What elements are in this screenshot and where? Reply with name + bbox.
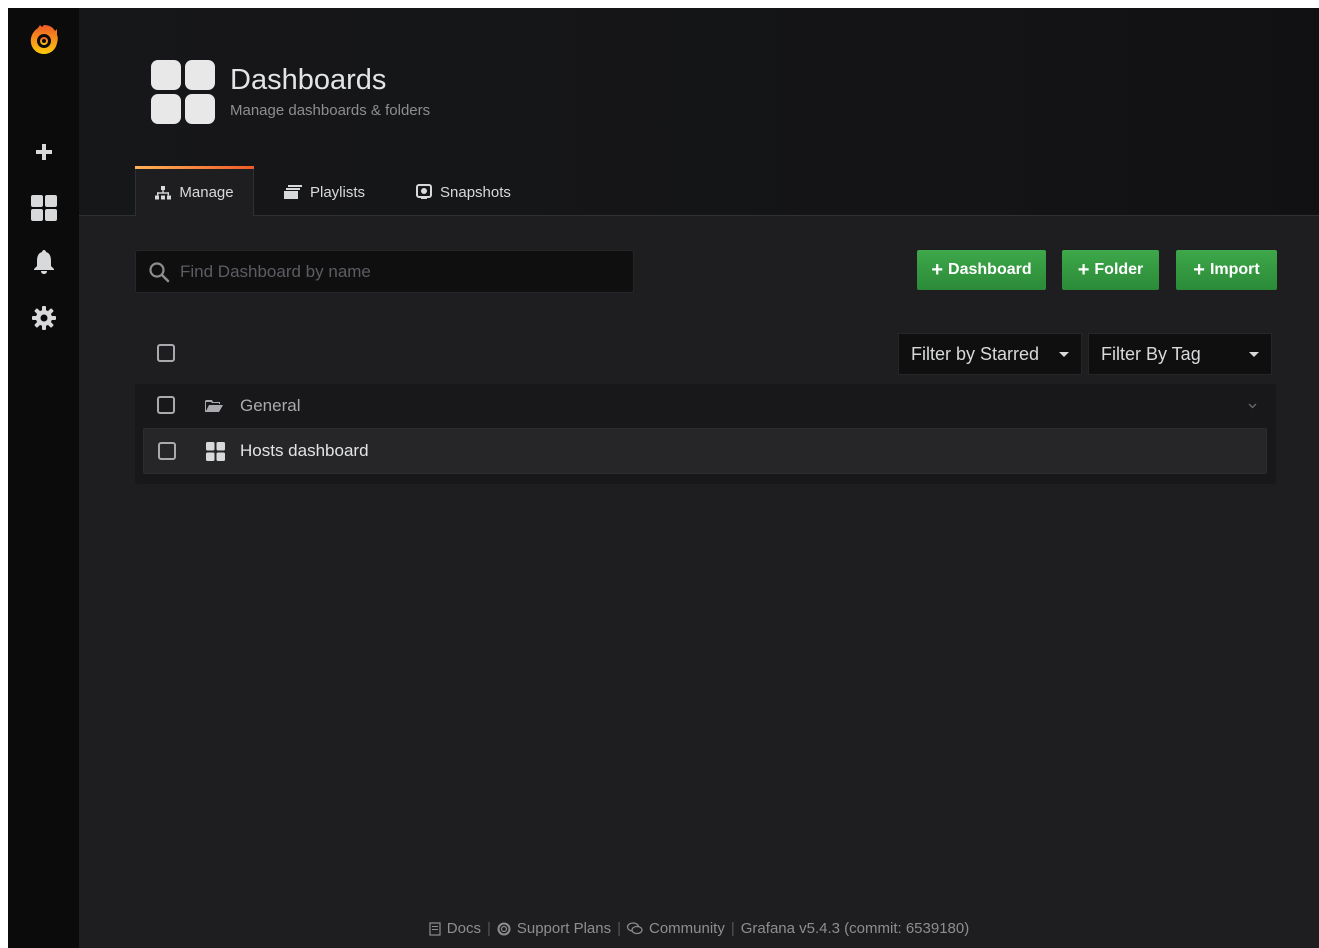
dashboard-list: General Hosts dashboard (135, 384, 1276, 484)
filter-tag-label: Filter By Tag (1101, 343, 1201, 364)
plus-icon: + (1193, 259, 1205, 281)
chevron-down-icon[interactable] (1248, 403, 1257, 409)
community-comments-icon (627, 922, 643, 935)
folder-open-icon (205, 400, 223, 412)
dashboard-name: Hosts dashboard (240, 441, 369, 460)
footer: Docs | Support Plans | Community | Grafa… (79, 920, 1319, 937)
filter-tag-select[interactable]: Filter By Tag (1088, 333, 1272, 375)
dashboards-icon[interactable] (8, 188, 79, 228)
new-dashboard-button[interactable]: + Dashboard (917, 250, 1046, 290)
tab-snapshots-label: Snapshots (440, 183, 511, 201)
dashboards-header-icon (151, 60, 215, 124)
create-plus-icon[interactable] (8, 132, 79, 172)
folder-name: General (240, 396, 301, 415)
docs-icon (429, 921, 441, 936)
playlist-icon (284, 185, 302, 199)
new-folder-button[interactable]: + Folder (1062, 250, 1159, 290)
support-lifebuoy-icon (497, 922, 511, 935)
settings-gear-icon[interactable] (8, 298, 79, 338)
sitemap-icon (155, 185, 172, 199)
import-button[interactable]: + Import (1176, 250, 1277, 290)
footer-docs-link[interactable]: Docs (447, 920, 481, 937)
footer-support-link[interactable]: Support Plans (517, 920, 611, 937)
filter-starred-select[interactable]: Filter by Starred (898, 333, 1082, 375)
snapshot-icon (416, 184, 432, 199)
alerting-bell-icon[interactable] (8, 242, 79, 282)
filter-starred-label: Filter by Starred (911, 343, 1040, 364)
tab-manage-label: Manage (179, 184, 234, 201)
footer-separator: | (486, 920, 491, 937)
search-icon (149, 261, 170, 282)
footer-version: Grafana v5.4.3 (commit: 6539180) (740, 920, 970, 937)
page-title: Dashboards (230, 64, 387, 96)
page-header: Dashboards Manage dashboards & folders (79, 8, 1319, 216)
search-input[interactable] (180, 261, 620, 282)
dashboard-grid-icon (206, 442, 225, 461)
app-frame: Dashboards Manage dashboards & folders M… (8, 8, 1319, 948)
plus-icon: + (1077, 259, 1090, 281)
footer-separator: | (617, 920, 621, 937)
footer-separator: | (730, 920, 735, 937)
tab-playlists-label: Playlists (310, 183, 366, 201)
caret-down-icon (1059, 351, 1069, 357)
page-subtitle: Manage dashboards & folders (230, 102, 431, 119)
select-all-checkbox[interactable] (157, 344, 175, 362)
caret-down-icon (1249, 351, 1259, 357)
folder-checkbox[interactable] (157, 396, 175, 414)
dashboard-row[interactable]: Hosts dashboard (143, 428, 1267, 474)
import-label: Import (1209, 261, 1260, 278)
folder-row-general[interactable]: General (135, 384, 1276, 428)
tab-snapshots[interactable]: Snapshots (398, 168, 529, 216)
plus-icon: + (931, 259, 944, 281)
grafana-logo-icon[interactable] (8, 20, 79, 60)
dashboard-checkbox[interactable] (158, 442, 176, 460)
new-dashboard-label: Dashboard (948, 261, 1032, 278)
tab-manage[interactable]: Manage (135, 169, 254, 216)
sidebar (8, 8, 79, 948)
new-folder-label: Folder (1094, 261, 1144, 278)
footer-community-link[interactable]: Community (649, 920, 725, 937)
tab-playlists[interactable]: Playlists (266, 168, 383, 216)
search-box[interactable] (135, 250, 634, 293)
